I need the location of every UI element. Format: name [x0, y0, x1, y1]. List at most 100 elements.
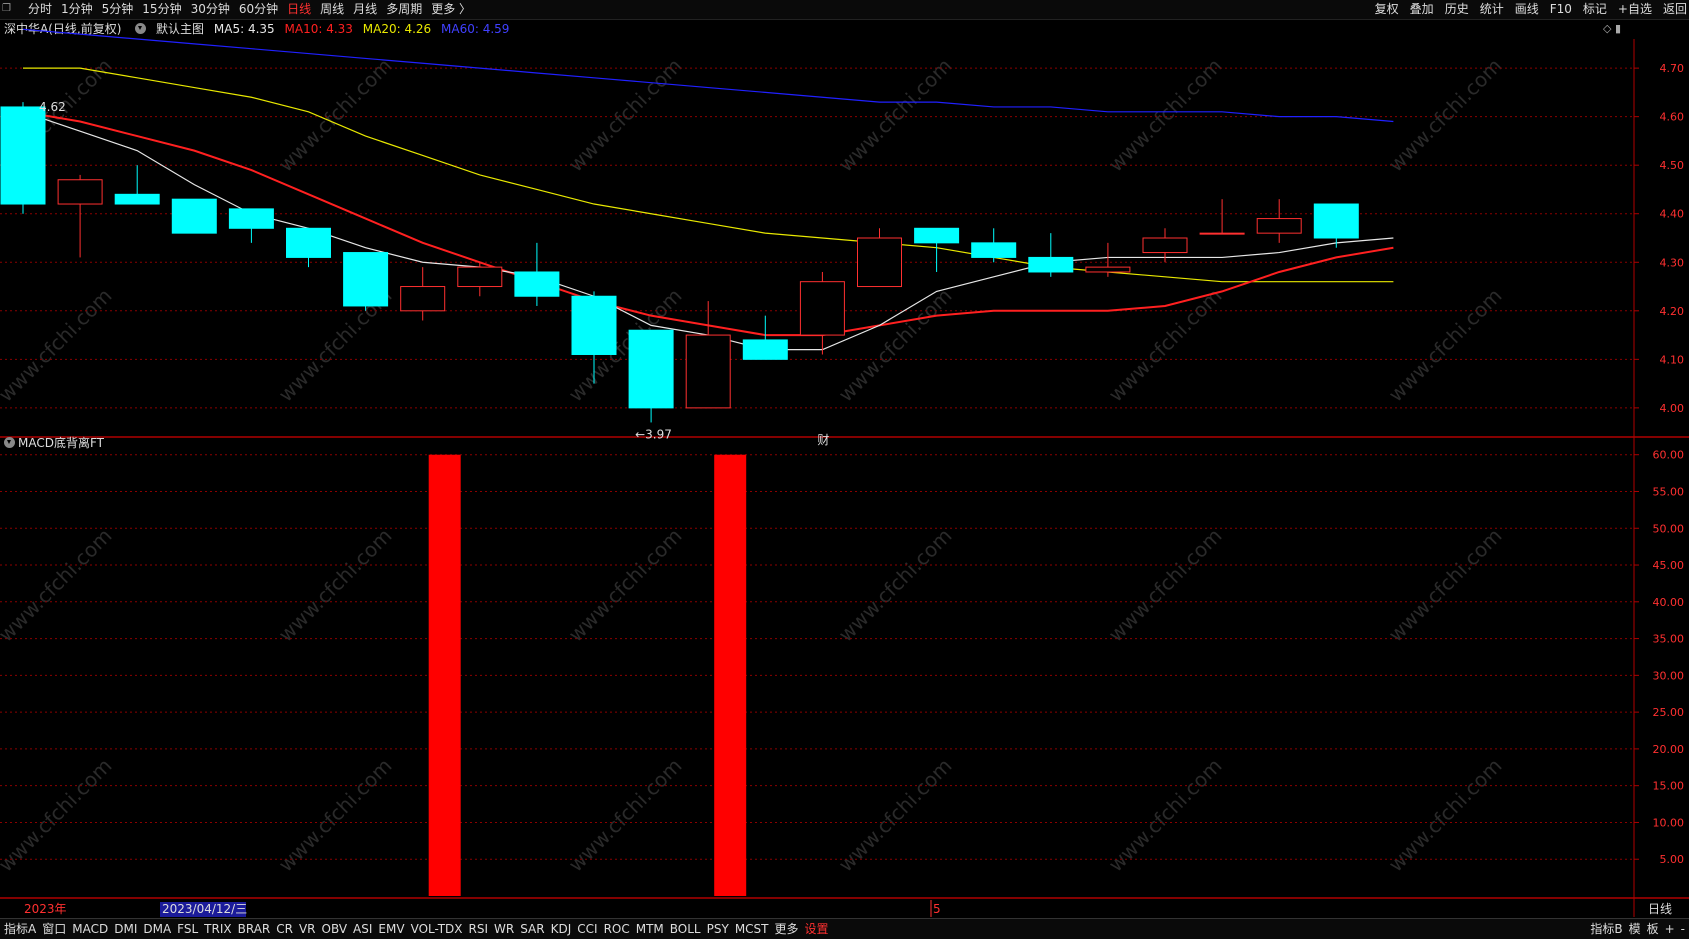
watermark-17: www.cfchi.com [1384, 524, 1507, 647]
macd-title[interactable]: MACD底背离FT [18, 436, 104, 450]
watermark-20: www.cfchi.com [564, 754, 687, 877]
price-annotation-1: ←3.97 [635, 427, 672, 441]
indicator-tab-17[interactable]: KDJ [551, 922, 572, 936]
indicator-tab-18[interactable]: CCI [577, 922, 597, 936]
indicator-tab-23[interactable]: MCST [735, 922, 769, 936]
bottom-tool-3[interactable]: + [1665, 922, 1675, 936]
candlestick-series [0, 102, 1359, 423]
indicator-tab-12[interactable]: EMV [378, 922, 404, 936]
candle-body-2 [114, 193, 160, 205]
candle-body-17 [971, 242, 1017, 258]
indicator-tab-7[interactable]: BRAR [238, 922, 271, 936]
candle-body-11 [628, 329, 674, 409]
bottom-tool-4[interactable]: - [1681, 922, 1685, 936]
indicator-tab-1[interactable]: 窗口 [42, 922, 66, 936]
candle-body-5 [286, 227, 331, 258]
candle-body-0 [0, 106, 46, 205]
macd-tick-label-11: 5.00 [1660, 853, 1685, 866]
indicator-tab-5[interactable]: FSL [177, 922, 198, 936]
price-tick-label-1: 4.60 [1660, 111, 1685, 124]
watermark-19: www.cfchi.com [274, 754, 397, 877]
price-annotation-0: 4.62 [39, 100, 66, 114]
macd-axis: 60.00 55.00 50.00 45.00 40.00 35.00 30.00 25.00… [1634, 449, 1685, 866]
macd-tick-label-10: 10.00 [1653, 816, 1685, 829]
price-tick-label-0: 4.70 [1660, 62, 1685, 75]
candle-body-23 [1313, 203, 1359, 239]
price-tick-label-2: 4.50 [1660, 159, 1685, 172]
indicator-tab-15[interactable]: WR [494, 922, 514, 936]
watermark-4: www.cfchi.com [1104, 54, 1227, 177]
price-axis: 4.70 4.60 4.50 4.40 4.30 4.20 4.10 4.00 [1634, 62, 1684, 415]
bottom-tool-1[interactable]: 模 [1629, 922, 1641, 936]
indicator-tab-2[interactable]: MACD [72, 922, 108, 936]
candle-body-8 [457, 266, 503, 288]
candle-body-19 [1085, 266, 1131, 273]
macd-tick-label-6: 30.00 [1653, 669, 1685, 682]
watermark-3: www.cfchi.com [834, 54, 957, 177]
candle-body-14 [799, 281, 845, 336]
indicator-tab-19[interactable]: ROC [604, 922, 630, 936]
price-tick-label-5: 4.20 [1660, 305, 1685, 318]
macd-panel-title: MACD底背离FT [2, 436, 104, 450]
indicator-tabs: 指标A 窗口 MACD DMI DMA FSL TRIX BRAR CR VR OBV ASI EMV V… [4, 919, 835, 939]
candle-body-7 [400, 286, 446, 312]
candle-body-1 [57, 179, 103, 205]
dropdown-circle-icon[interactable] [4, 437, 15, 448]
watermark-15: www.cfchi.com [834, 524, 957, 647]
month-label: 5 [933, 902, 941, 916]
watermark-10: www.cfchi.com [1104, 284, 1227, 407]
price-annotation-2: 财 [817, 433, 829, 447]
candle-body-3 [171, 198, 217, 234]
macd-tick-label-2: 50.00 [1653, 522, 1685, 535]
watermark-13: www.cfchi.com [274, 524, 397, 647]
indicator-tab-24[interactable]: 更多 [775, 922, 799, 936]
candle-body-21 [1199, 232, 1245, 235]
indicator-tab-11[interactable]: ASI [353, 922, 372, 936]
price-tick-label-3: 4.40 [1660, 208, 1685, 221]
macd-tick-label-4: 40.00 [1653, 596, 1685, 609]
indicator-tab-0[interactable]: 指标A [4, 922, 36, 936]
macd-tick-label-1: 55.00 [1653, 485, 1685, 498]
watermark-18: www.cfchi.com [0, 754, 117, 877]
macd-tick-label-0: 60.00 [1653, 449, 1685, 462]
price-tick-label-4: 4.30 [1660, 256, 1685, 269]
candle-body-9 [514, 271, 560, 297]
price-tick-label-6: 4.10 [1660, 353, 1685, 366]
indicator-tab-8[interactable]: CR [276, 922, 293, 936]
period-label: 日线 [1648, 902, 1672, 916]
indicator-tab-13[interactable]: VOL-TDX [411, 922, 463, 936]
indicator-tab-21[interactable]: BOLL [670, 922, 701, 936]
indicator-tab-22[interactable]: PSY [707, 922, 729, 936]
date-axis: 2023年 2023/04/12/三 5 日线 [24, 900, 1672, 917]
stock-chart[interactable]: www.cfchi.com www.cfchi.com www.cfchi.com w… [0, 0, 1689, 918]
indicator-tab-3[interactable]: DMI [114, 922, 137, 936]
watermark-9: www.cfchi.com [834, 284, 957, 407]
watermark-6: www.cfchi.com [0, 284, 117, 407]
indicator-tab-4[interactable]: DMA [143, 922, 171, 936]
candle-body-18 [1028, 256, 1074, 273]
macd-tick-label-9: 15.00 [1653, 780, 1685, 793]
watermark-21: www.cfchi.com [834, 754, 957, 877]
candle-body-15 [857, 237, 902, 288]
indicator-tab-14[interactable]: RSI [469, 922, 489, 936]
indicator-tab-10[interactable]: OBV [322, 922, 348, 936]
indicator-tab-25[interactable]: 设置 [805, 922, 829, 936]
watermark-12: www.cfchi.com [0, 524, 117, 647]
watermark-layer: www.cfchi.com www.cfchi.com www.cfchi.com w… [0, 54, 1507, 877]
bottom-tool-0[interactable]: 指标B [1590, 922, 1622, 936]
macd-tick-label-5: 35.00 [1653, 633, 1685, 646]
indicator-tab-16[interactable]: SAR [520, 922, 544, 936]
price-tick-label-7: 4.00 [1660, 402, 1685, 415]
macd-tick-label-7: 25.00 [1653, 706, 1685, 719]
indicator-tab-20[interactable]: MTM [636, 922, 664, 936]
watermark-23: www.cfchi.com [1384, 754, 1507, 877]
candle-body-4 [228, 208, 274, 229]
watermark-16: www.cfchi.com [1104, 524, 1227, 647]
bottom-tool-2[interactable]: 板 [1647, 922, 1659, 936]
candle-body-13 [742, 339, 788, 360]
candle-body-6 [343, 252, 389, 307]
indicator-tab-6[interactable]: TRIX [204, 922, 231, 936]
watermark-2: www.cfchi.com [564, 54, 687, 177]
watermark-1: www.cfchi.com [274, 54, 397, 177]
indicator-tab-9[interactable]: VR [299, 922, 316, 936]
